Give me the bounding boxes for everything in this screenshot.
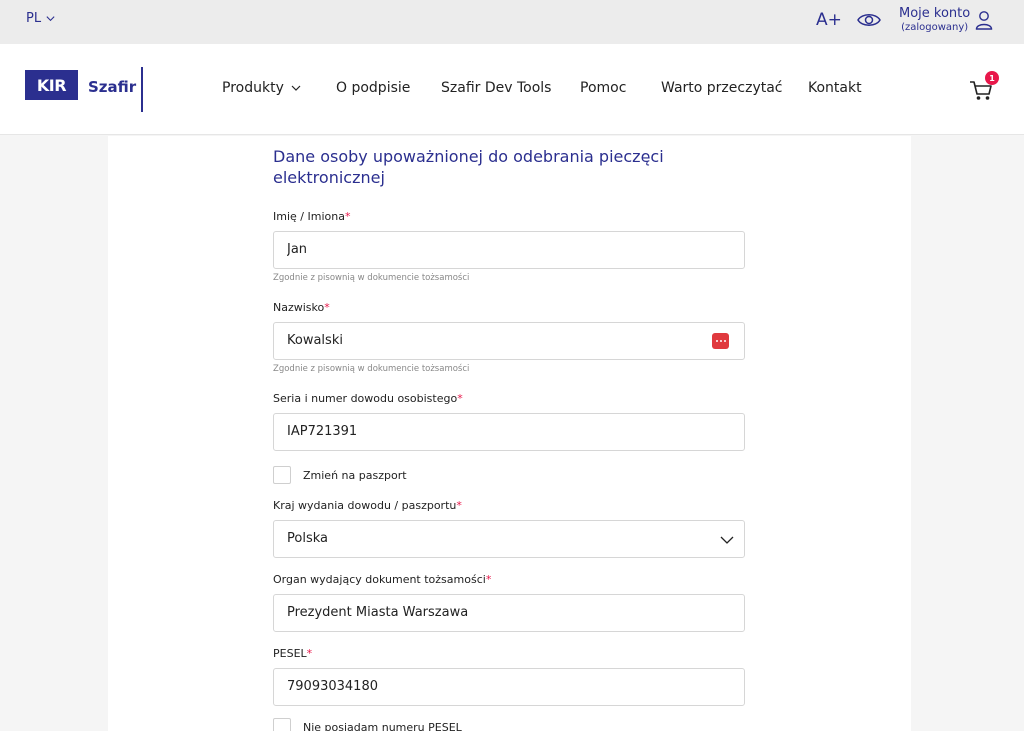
nav-item-label: Produkty xyxy=(222,80,284,96)
dot xyxy=(715,340,718,342)
id-number-field-box xyxy=(273,413,745,451)
pesel-label-text: PESEL xyxy=(273,647,307,660)
nav-item-produkty[interactable]: Produkty xyxy=(222,80,302,96)
passport-toggle-label[interactable]: Zmień na paszport xyxy=(303,469,407,482)
required-mark: * xyxy=(324,301,330,314)
first-name-hint: Zgodnie z pisownią w dokumencie tożsamoś… xyxy=(273,273,470,283)
dot xyxy=(723,340,726,342)
last-name-label: Nazwisko* xyxy=(273,301,330,314)
nav-item-label: Pomoc xyxy=(580,80,627,96)
no-pesel-checkbox[interactable] xyxy=(273,718,291,731)
first-name-label-text: Imię / Imiona xyxy=(273,210,345,223)
last-name-hint: Zgodnie z pisownią w dokumencie tożsamoś… xyxy=(273,364,470,374)
password-manager-icon[interactable] xyxy=(712,333,729,349)
issuing-authority-input[interactable] xyxy=(287,605,707,620)
required-mark: * xyxy=(485,573,492,586)
last-name-label-text: Nazwisko xyxy=(273,301,325,314)
chevron-down-icon xyxy=(291,85,301,91)
nav-item-label: Kontakt xyxy=(808,80,862,96)
issuing-country-label-text: Kraj wydania dowodu / paszportu xyxy=(273,499,457,512)
language-label: PL xyxy=(26,11,42,26)
kir-logo-text: KIR xyxy=(36,75,67,95)
first-name-input[interactable] xyxy=(287,242,707,257)
szafir-logo[interactable]: Szafir xyxy=(88,78,136,96)
nav-item-label: O podpisie xyxy=(336,80,411,96)
nav-item-pomoc[interactable]: Pomoc xyxy=(580,80,626,96)
nav-item-szafir-dev-tools[interactable]: Szafir Dev Tools xyxy=(441,80,551,96)
nav-item-kontakt[interactable]: Kontakt xyxy=(808,80,862,96)
nav-item-warto-przeczytac[interactable]: Warto przeczytać xyxy=(661,80,783,96)
cart-count-badge: 1 xyxy=(985,71,999,85)
id-number-label-text: Seria i numer dowodu osobistego xyxy=(273,392,458,405)
nav-item-o-podpisie[interactable]: O podpisie xyxy=(336,80,410,96)
nav-item-label: Szafir Dev Tools xyxy=(441,80,552,96)
issuing-country-select[interactable]: Polska xyxy=(273,520,745,558)
top-utility-bar: PL A+ Moje konto (zalogowany) xyxy=(0,0,1024,44)
main-navbar: KIR Szafir Produkty O podpisie Szafir De… xyxy=(0,44,1024,135)
account-link[interactable]: Moje konto (zalogowany) xyxy=(899,6,970,34)
dot xyxy=(719,340,722,342)
chevron-down-icon xyxy=(46,16,55,22)
pesel-field-box xyxy=(273,668,745,706)
user-icon[interactable] xyxy=(975,10,993,30)
required-mark: * xyxy=(457,392,463,405)
id-number-input[interactable] xyxy=(287,424,707,439)
issuing-country-value: Polska xyxy=(287,531,328,546)
pesel-label: PESEL* xyxy=(273,647,312,660)
issuing-authority-field-box xyxy=(273,594,745,632)
issuing-authority-label: Organ wydający dokument tożsamości* xyxy=(273,573,491,586)
eye-icon[interactable] xyxy=(857,11,881,29)
required-mark: * xyxy=(456,499,462,512)
passport-toggle-row: Zmień na paszport xyxy=(273,466,407,484)
pesel-input[interactable] xyxy=(287,679,707,694)
account-status: (zalogowany) xyxy=(901,22,969,33)
last-name-input[interactable] xyxy=(287,333,707,348)
kir-logo[interactable]: KIR xyxy=(25,70,78,100)
font-size-toggle[interactable]: A+ xyxy=(816,10,842,30)
required-mark: * xyxy=(306,647,313,660)
language-selector[interactable]: PL xyxy=(26,11,56,26)
passport-toggle-checkbox[interactable] xyxy=(273,466,291,484)
issuing-authority-label-text: Organ wydający dokument tożsamości xyxy=(273,573,486,586)
first-name-label: Imię / Imiona* xyxy=(273,210,350,223)
logo-divider xyxy=(141,67,143,112)
account-label: Moje konto xyxy=(899,6,971,21)
id-number-label: Seria i numer dowodu osobistego* xyxy=(273,392,463,405)
section-title: Dane osoby upoważnionej do odebrania pie… xyxy=(273,147,664,187)
no-pesel-row: Nie posiadam numeru PESEL xyxy=(273,718,462,731)
issuing-country-label: Kraj wydania dowodu / paszportu* xyxy=(273,499,462,512)
last-name-field-box xyxy=(273,322,745,360)
required-mark: * xyxy=(344,210,351,223)
no-pesel-label[interactable]: Nie posiadam numeru PESEL xyxy=(303,721,462,731)
chevron-down-icon xyxy=(720,536,734,544)
first-name-field-box xyxy=(273,231,745,269)
nav-item-label: Warto przeczytać xyxy=(661,80,783,96)
